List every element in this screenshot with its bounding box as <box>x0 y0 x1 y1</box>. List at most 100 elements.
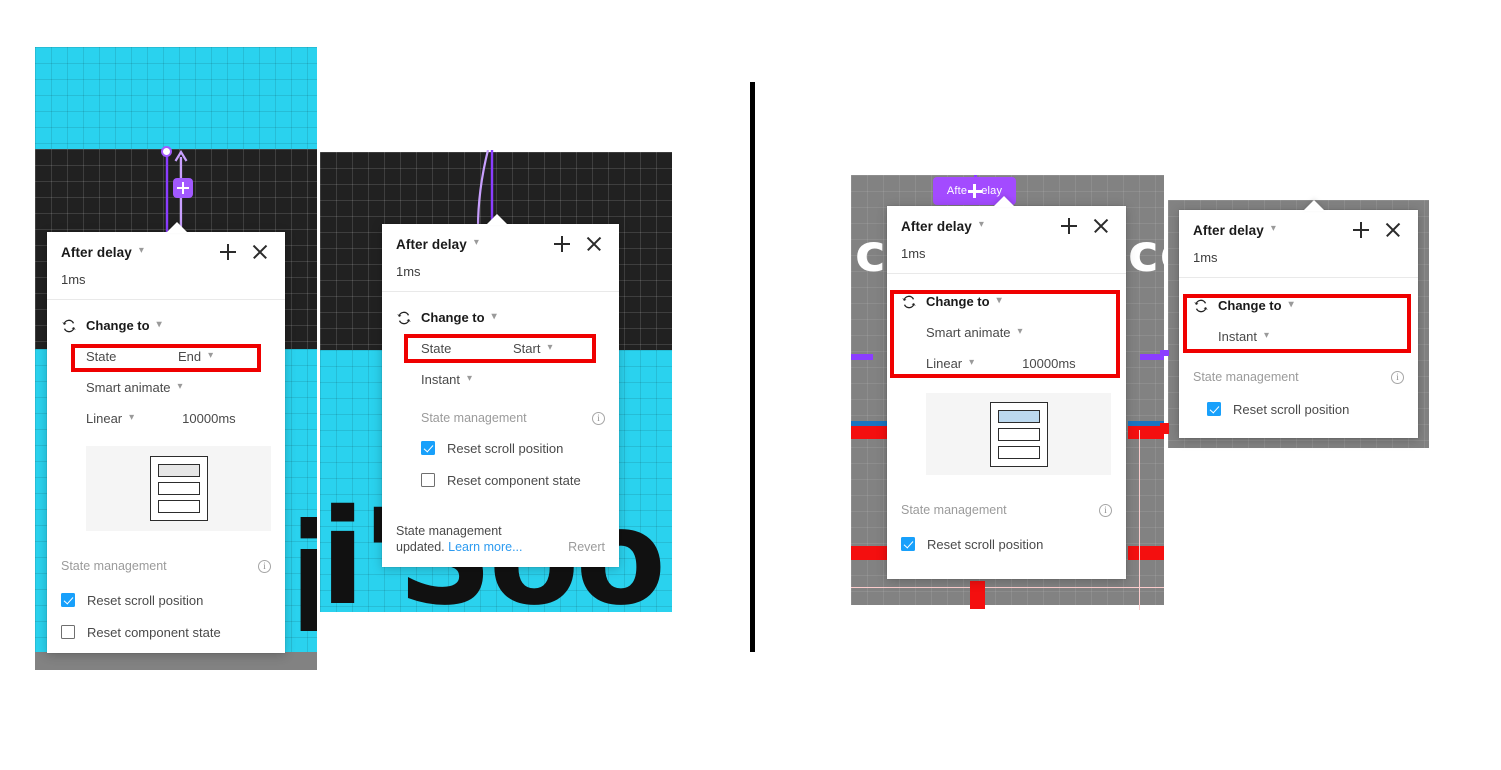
cyan-frame-top-1 <box>35 47 317 153</box>
state-row-2[interactable]: State Start ▾ <box>396 333 605 364</box>
chevron-down-icon[interactable]: ▾ <box>178 381 183 392</box>
reset-scroll-position-checkbox-4[interactable] <box>1207 402 1221 416</box>
duration-value-1[interactable]: 10000ms <box>182 411 235 426</box>
easing-label-1: Linear <box>86 411 123 426</box>
interaction-popover-1[interactable]: After delay ▾ 1ms Change to ▾ State End … <box>47 222 285 653</box>
purple-bar-left-3 <box>851 354 873 360</box>
popover-title-1: After delay <box>61 244 132 260</box>
reset-component-state-checkbox-1[interactable] <box>61 625 75 639</box>
guide-line-vertical-3 <box>1139 430 1140 610</box>
chevron-down-icon[interactable]: ▾ <box>208 350 213 361</box>
info-icon[interactable]: i <box>1099 503 1112 517</box>
change-to-icon <box>61 318 77 334</box>
animation-label-3: Smart animate <box>926 325 1011 340</box>
reset-scroll-position-checkbox-3[interactable] <box>901 537 915 551</box>
chevron-down-icon[interactable]: ▾ <box>997 295 1002 306</box>
chevron-down-icon[interactable]: ▾ <box>1271 224 1276 234</box>
change-to-row-1[interactable]: Change to ▾ <box>61 310 271 341</box>
change-to-icon <box>396 310 412 326</box>
reset-scroll-position-label-3: Reset scroll position <box>927 536 1044 552</box>
popover-header-1: After delay ▾ <box>47 232 285 272</box>
change-to-row-4[interactable]: Change to ▾ <box>1193 290 1404 321</box>
screenshot-root: i i'Soolifv co co <box>0 0 1501 770</box>
animation-row-3[interactable]: Smart animate ▾ <box>901 317 1112 348</box>
chevron-down-icon[interactable]: ▾ <box>492 311 497 322</box>
popover-header-3: After delay ▾ <box>887 206 1126 246</box>
section-divider <box>750 82 755 652</box>
close-icon[interactable] <box>1382 219 1404 241</box>
change-to-row-3[interactable]: Change to ▾ <box>901 286 1112 317</box>
duration-value-3[interactable]: 10000ms <box>1022 356 1075 371</box>
change-to-label-4: Change to <box>1218 298 1282 313</box>
chevron-down-icon[interactable]: ▾ <box>979 220 984 230</box>
popover-header-4: After delay ▾ <box>1179 210 1418 250</box>
close-icon[interactable] <box>1090 215 1112 237</box>
change-to-label-2: Change to <box>421 310 485 325</box>
plus-icon[interactable] <box>217 241 239 263</box>
popover-nub-1 <box>166 222 188 233</box>
easing-row-1[interactable]: Linear ▾ 10000ms <box>61 403 271 434</box>
interaction-popover-2[interactable]: After delay ▾ 1ms Change to ▾ State Star… <box>382 214 619 567</box>
reset-scroll-position-checkbox-1[interactable] <box>61 593 75 607</box>
reset-scroll-position-row-2[interactable]: Reset scroll position <box>421 433 605 463</box>
guide-line-horizontal-3 <box>851 587 1164 588</box>
chevron-down-icon[interactable]: ▾ <box>547 342 552 353</box>
interaction-popover-4[interactable]: After delay ▾ 1ms Change to ▾ Instant ▾ … <box>1179 200 1418 438</box>
revert-button[interactable]: Revert <box>568 539 605 555</box>
animation-row-1[interactable]: Smart animate ▾ <box>61 372 271 403</box>
interaction-popover-3[interactable]: After delay ▾ 1ms Change to ▾ Smart anim… <box>887 196 1126 579</box>
close-icon[interactable] <box>249 241 271 263</box>
chevron-down-icon[interactable]: ▾ <box>1289 299 1294 310</box>
animation-row-4[interactable]: Instant ▾ <box>1193 321 1404 352</box>
reset-scroll-position-label-4: Reset scroll position <box>1233 401 1350 417</box>
animation-row-2[interactable]: Instant ▾ <box>396 364 605 395</box>
chevron-down-icon[interactable]: ▾ <box>474 238 479 248</box>
reset-component-state-row-1[interactable]: Reset component state <box>61 617 271 647</box>
delay-value-4[interactable]: 1ms <box>1179 250 1418 277</box>
plus-icon[interactable] <box>551 233 573 255</box>
reset-scroll-position-row-4[interactable]: Reset scroll position <box>1207 394 1404 424</box>
connector-endpoint-1[interactable] <box>161 146 172 157</box>
reset-scroll-position-row-3[interactable]: Reset scroll position <box>901 529 1112 559</box>
reset-scroll-position-label-2: Reset scroll position <box>447 440 564 456</box>
chevron-down-icon[interactable]: ▾ <box>129 412 134 423</box>
thumb-bar <box>157 500 200 513</box>
plus-icon[interactable] <box>1058 215 1080 237</box>
learn-more-link[interactable]: Learn more... <box>448 540 522 554</box>
change-to-row-2[interactable]: Change to ▾ <box>396 302 605 333</box>
state-management-label-4: State management i <box>1193 364 1404 390</box>
popover-nub-2 <box>486 214 508 225</box>
chevron-down-icon[interactable]: ▾ <box>1264 330 1269 341</box>
reset-component-state-checkbox-2[interactable] <box>421 473 435 487</box>
chevron-down-icon[interactable]: ▾ <box>467 373 472 384</box>
chevron-down-icon[interactable]: ▾ <box>157 319 162 330</box>
delay-value-1[interactable]: 1ms <box>47 272 285 299</box>
reset-scroll-position-checkbox-2[interactable] <box>421 441 435 455</box>
chevron-down-icon[interactable]: ▾ <box>139 246 144 256</box>
reset-component-state-row-2[interactable]: Reset component state <box>421 465 605 495</box>
red-bar-4 <box>1160 423 1169 434</box>
close-icon[interactable] <box>583 233 605 255</box>
animation-label-2: Instant <box>421 372 461 387</box>
easing-row-3[interactable]: Linear ▾ 10000ms <box>901 348 1112 379</box>
state-management-label-3: State management i <box>901 497 1112 523</box>
add-interaction-chip-1[interactable] <box>173 178 193 198</box>
delay-value-3[interactable]: 1ms <box>887 246 1126 273</box>
chevron-down-icon[interactable]: ▾ <box>969 357 974 368</box>
state-value-1[interactable]: End <box>178 349 201 364</box>
purple-bar-4 <box>1160 350 1169 356</box>
delay-value-2[interactable]: 1ms <box>382 264 619 291</box>
info-icon[interactable]: i <box>592 411 605 425</box>
state-value-2[interactable]: Start <box>513 341 540 356</box>
state-row-1[interactable]: State End ▾ <box>61 341 271 372</box>
change-to-icon <box>1193 298 1209 314</box>
state-management-label-2: State management i <box>421 405 605 431</box>
plus-icon[interactable] <box>1350 219 1372 241</box>
popover-body-1: Change to ▾ State End ▾ Smart animate ▾ … <box>47 300 285 653</box>
reset-scroll-position-row-1[interactable]: Reset scroll position <box>61 585 271 615</box>
info-icon[interactable]: i <box>1391 370 1404 384</box>
change-to-icon <box>901 294 917 310</box>
badge-plus-icon[interactable] <box>967 183 983 199</box>
chevron-down-icon[interactable]: ▾ <box>1018 326 1023 337</box>
info-icon[interactable]: i <box>258 559 271 573</box>
